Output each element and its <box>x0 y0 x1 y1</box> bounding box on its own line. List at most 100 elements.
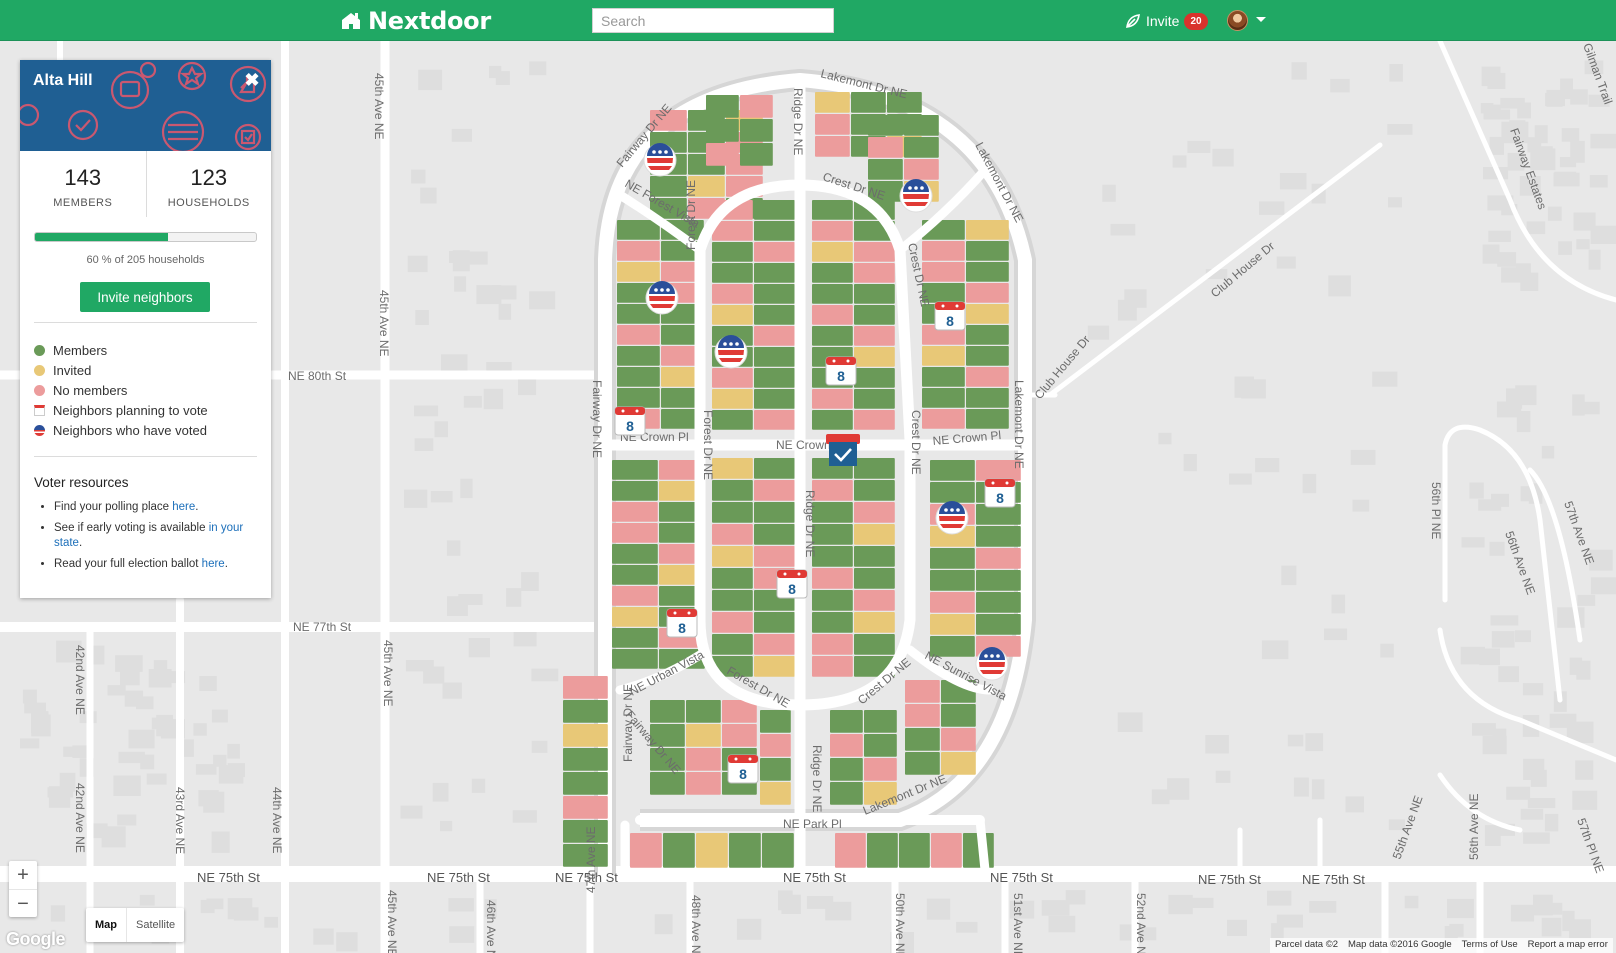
parcel[interactable] <box>754 368 795 388</box>
parcel[interactable] <box>686 724 721 747</box>
parcel[interactable] <box>904 137 939 158</box>
parcel[interactable] <box>812 656 853 677</box>
parcel[interactable] <box>930 570 975 591</box>
parcel[interactable] <box>706 95 739 118</box>
parcel[interactable] <box>760 782 791 805</box>
parcel[interactable] <box>835 833 866 868</box>
parcel[interactable] <box>854 347 895 367</box>
parcel[interactable] <box>712 612 753 633</box>
parcel[interactable] <box>760 758 791 781</box>
parcel[interactable] <box>754 284 795 304</box>
parcel[interactable] <box>706 143 739 166</box>
parcel[interactable] <box>812 524 853 545</box>
parcel[interactable] <box>617 220 660 240</box>
parcel[interactable] <box>754 458 795 479</box>
parcel[interactable] <box>712 590 753 611</box>
parcel[interactable] <box>854 263 895 283</box>
parcel[interactable] <box>930 460 975 481</box>
parcel[interactable] <box>812 590 853 611</box>
calendar-icon[interactable]: 8 <box>934 301 966 331</box>
parcel[interactable] <box>922 262 965 282</box>
user-avatar[interactable] <box>1227 10 1248 31</box>
parcel[interactable] <box>563 700 608 723</box>
parcel[interactable] <box>686 748 721 771</box>
parcel[interactable] <box>930 482 975 503</box>
parcel[interactable] <box>854 480 895 501</box>
parcel[interactable] <box>617 325 660 345</box>
parcel[interactable] <box>899 833 930 868</box>
parcel[interactable] <box>617 346 660 366</box>
calendar-icon[interactable]: 8 <box>984 478 1016 508</box>
parcel[interactable] <box>941 752 976 775</box>
parcel[interactable] <box>650 772 685 795</box>
parcel[interactable] <box>966 304 1009 324</box>
parcel[interactable] <box>868 137 903 158</box>
parcel[interactable] <box>754 656 795 677</box>
parcel[interactable] <box>812 502 853 523</box>
parcel[interactable] <box>812 263 853 283</box>
parcel[interactable] <box>905 728 940 751</box>
parcel[interactable] <box>922 346 965 366</box>
zoom-out-button[interactable]: − <box>9 889 37 917</box>
parcel[interactable] <box>812 221 853 241</box>
voted-badge-icon[interactable] <box>899 179 933 213</box>
parcel[interactable] <box>966 346 1009 366</box>
parcel[interactable] <box>922 367 965 387</box>
parcel[interactable] <box>612 586 658 606</box>
parcel[interactable] <box>864 758 897 781</box>
parcel[interactable] <box>612 607 658 627</box>
parcel[interactable] <box>612 460 658 480</box>
parcel[interactable] <box>712 568 753 589</box>
parcel[interactable] <box>612 523 658 543</box>
calendar-icon[interactable]: 8 <box>825 356 857 386</box>
parcel[interactable] <box>754 347 795 367</box>
parcel[interactable] <box>904 159 939 180</box>
parcel[interactable] <box>976 526 1021 547</box>
parcel[interactable] <box>754 612 795 633</box>
parcel[interactable] <box>854 502 895 523</box>
parcel[interactable] <box>905 704 940 727</box>
parcel[interactable] <box>740 119 773 142</box>
ballot-link[interactable]: here <box>202 558 225 570</box>
parcel[interactable] <box>612 628 658 648</box>
parcel[interactable] <box>754 502 795 523</box>
parcel[interactable] <box>812 568 853 589</box>
search-input[interactable] <box>592 8 834 33</box>
parcel[interactable] <box>854 524 895 545</box>
parcel[interactable] <box>854 458 895 479</box>
parcel[interactable] <box>854 284 895 304</box>
parcel[interactable] <box>563 796 608 819</box>
parcel[interactable] <box>617 241 660 261</box>
parcel[interactable] <box>712 263 753 283</box>
parcel[interactable] <box>712 305 753 325</box>
parcel[interactable] <box>754 200 795 220</box>
parcel[interactable] <box>712 458 753 479</box>
nextdoor-logo[interactable]: Nextdoor <box>340 6 491 36</box>
parcel[interactable] <box>762 833 794 868</box>
parcel[interactable] <box>941 704 976 727</box>
parcel[interactable] <box>754 546 795 567</box>
parcel[interactable] <box>854 389 895 409</box>
parcel[interactable] <box>563 748 608 771</box>
parcel[interactable] <box>612 502 658 522</box>
parcel[interactable] <box>854 410 895 430</box>
parcel[interactable] <box>854 590 895 611</box>
parcel[interactable] <box>905 680 940 703</box>
parcel[interactable] <box>754 410 795 430</box>
parcel[interactable] <box>854 326 895 346</box>
parcel[interactable] <box>754 305 795 325</box>
parcel[interactable] <box>712 524 753 545</box>
calendar-icon[interactable]: 8 <box>614 406 646 436</box>
parcel[interactable] <box>922 241 965 261</box>
parcel[interactable] <box>740 143 773 166</box>
parcel[interactable] <box>754 480 795 501</box>
parcel[interactable] <box>812 305 853 325</box>
parcel[interactable] <box>864 734 897 757</box>
parcel[interactable] <box>712 410 753 430</box>
parcel[interactable] <box>922 388 965 408</box>
calendar-icon[interactable]: 8 <box>727 754 759 784</box>
parcel[interactable] <box>812 389 853 409</box>
parcel[interactable] <box>830 782 863 805</box>
parcel[interactable] <box>830 734 863 757</box>
voted-badge-icon[interactable] <box>645 281 679 315</box>
